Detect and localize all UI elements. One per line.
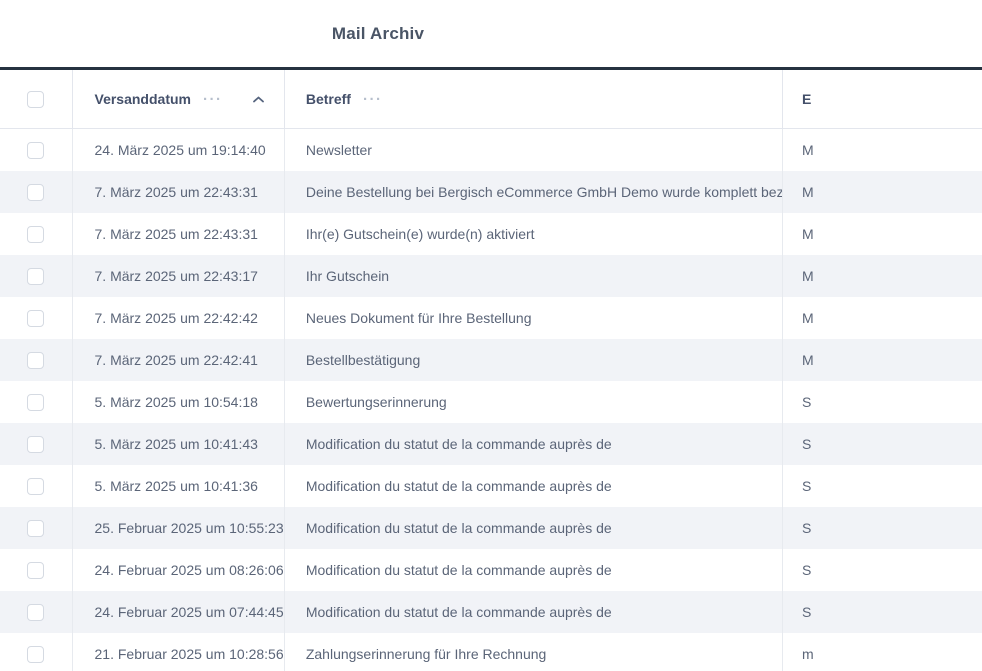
- cell-versanddatum: 24. Februar 2025 um 08:26:06: [72, 549, 284, 591]
- cell-empfaenger: M: [782, 213, 982, 255]
- table-row[interactable]: 24. März 2025 um 19:14:40 Newsletter M: [0, 129, 982, 171]
- cell-empfaenger: S: [782, 549, 982, 591]
- cell-versanddatum: 7. März 2025 um 22:42:41: [72, 339, 284, 381]
- table-row[interactable]: 5. März 2025 um 10:54:18 Bewertungserinn…: [0, 381, 982, 423]
- cell-empfaenger: M: [782, 297, 982, 339]
- row-checkbox[interactable]: [27, 604, 44, 621]
- cell-empfaenger: S: [782, 591, 982, 633]
- column-header-empfaenger[interactable]: E: [782, 70, 982, 128]
- title-bar: Mail Archiv: [0, 0, 982, 70]
- cell-versanddatum: 5. März 2025 um 10:41:36: [72, 465, 284, 507]
- column-label-versanddatum: Versanddatum: [95, 91, 191, 107]
- page-title: Mail Archiv: [332, 24, 424, 44]
- cell-empfaenger: m: [782, 633, 982, 671]
- column-label-empfaenger: E: [802, 91, 811, 107]
- select-all-checkbox[interactable]: [27, 91, 44, 108]
- column-header-betreff[interactable]: Betreff ···: [284, 70, 782, 128]
- row-checkbox[interactable]: [27, 142, 44, 159]
- cell-versanddatum: 7. März 2025 um 22:43:17: [72, 255, 284, 297]
- table-row[interactable]: 25. Februar 2025 um 10:55:23 Modificatio…: [0, 507, 982, 549]
- cell-versanddatum: 5. März 2025 um 10:54:18: [72, 381, 284, 423]
- row-select-cell: [0, 213, 72, 255]
- cell-betreff: Neues Dokument für Ihre Bestellung: [284, 297, 782, 339]
- row-checkbox[interactable]: [27, 394, 44, 411]
- cell-versanddatum: 7. März 2025 um 22:43:31: [72, 171, 284, 213]
- row-select-cell: [0, 381, 72, 423]
- table-row[interactable]: 21. Februar 2025 um 10:28:56 Zahlungseri…: [0, 633, 982, 671]
- row-select-cell: [0, 465, 72, 507]
- sort-ascending-button[interactable]: [253, 96, 264, 103]
- cell-versanddatum: 21. Februar 2025 um 10:28:56: [72, 633, 284, 671]
- cell-betreff: Zahlungserinnerung für Ihre Rechnung: [284, 633, 782, 671]
- row-select-cell: [0, 591, 72, 633]
- row-select-cell: [0, 549, 72, 591]
- column-menu-icon[interactable]: ···: [363, 92, 383, 107]
- row-checkbox[interactable]: [27, 646, 44, 663]
- cell-versanddatum: 5. März 2025 um 10:41:43: [72, 423, 284, 465]
- table-row[interactable]: 5. März 2025 um 10:41:43 Modification du…: [0, 423, 982, 465]
- table-row[interactable]: 7. März 2025 um 22:43:31 Ihr(e) Gutschei…: [0, 213, 982, 255]
- column-label-betreff: Betreff: [306, 91, 351, 107]
- cell-versanddatum: 7. März 2025 um 22:42:42: [72, 297, 284, 339]
- chevron-up-icon: [253, 96, 264, 103]
- row-checkbox[interactable]: [27, 352, 44, 369]
- cell-betreff: Modification du statut de la commande au…: [284, 549, 782, 591]
- table-row[interactable]: 7. März 2025 um 22:42:41 Bestellbestätig…: [0, 339, 982, 381]
- grid-body: 24. März 2025 um 19:14:40 Newsletter M 7…: [0, 129, 982, 671]
- cell-betreff: Modification du statut de la commande au…: [284, 507, 782, 549]
- row-checkbox[interactable]: [27, 268, 44, 285]
- cell-betreff: Bestellbestätigung: [284, 339, 782, 381]
- column-menu-icon[interactable]: ···: [203, 92, 223, 107]
- row-checkbox[interactable]: [27, 226, 44, 243]
- row-checkbox[interactable]: [27, 520, 44, 537]
- cell-versanddatum: 7. März 2025 um 22:43:31: [72, 213, 284, 255]
- cell-empfaenger: S: [782, 381, 982, 423]
- table-row[interactable]: 7. März 2025 um 22:43:17 Ihr Gutschein M: [0, 255, 982, 297]
- table-row[interactable]: 5. März 2025 um 10:41:36 Modification du…: [0, 465, 982, 507]
- table-row[interactable]: 7. März 2025 um 22:43:31 Deine Bestellun…: [0, 171, 982, 213]
- cell-empfaenger: M: [782, 129, 982, 171]
- cell-empfaenger: S: [782, 423, 982, 465]
- cell-betreff: Bewertungserinnerung: [284, 381, 782, 423]
- row-select-cell: [0, 423, 72, 465]
- grid-header-row: Versanddatum ··· Betreff ··· E: [0, 70, 982, 129]
- table-row[interactable]: 24. Februar 2025 um 08:26:06 Modificatio…: [0, 549, 982, 591]
- row-checkbox[interactable]: [27, 562, 44, 579]
- row-select-cell: [0, 339, 72, 381]
- cell-betreff: Modification du statut de la commande au…: [284, 465, 782, 507]
- row-checkbox[interactable]: [27, 478, 44, 495]
- row-checkbox[interactable]: [27, 184, 44, 201]
- table-row[interactable]: 24. Februar 2025 um 07:44:45 Modificatio…: [0, 591, 982, 633]
- cell-betreff: Ihr Gutschein: [284, 255, 782, 297]
- cell-versanddatum: 24. März 2025 um 19:14:40: [72, 129, 284, 171]
- row-checkbox[interactable]: [27, 436, 44, 453]
- row-select-cell: [0, 507, 72, 549]
- row-checkbox[interactable]: [27, 310, 44, 327]
- row-select-cell: [0, 129, 72, 171]
- cell-betreff: Ihr(e) Gutschein(e) wurde(n) aktiviert: [284, 213, 782, 255]
- row-select-cell: [0, 297, 72, 339]
- row-select-cell: [0, 633, 72, 671]
- cell-empfaenger: M: [782, 171, 982, 213]
- cell-betreff: Modification du statut de la commande au…: [284, 423, 782, 465]
- mail-archive-grid: Versanddatum ··· Betreff ··· E 24. März …: [0, 70, 982, 671]
- cell-versanddatum: 25. Februar 2025 um 10:55:23: [72, 507, 284, 549]
- cell-betreff: Deine Bestellung bei Bergisch eCommerce …: [284, 171, 782, 213]
- cell-empfaenger: M: [782, 255, 982, 297]
- cell-empfaenger: S: [782, 507, 982, 549]
- cell-betreff: Newsletter: [284, 129, 782, 171]
- select-all-cell: [0, 70, 72, 128]
- cell-empfaenger: S: [782, 465, 982, 507]
- cell-betreff: Modification du statut de la commande au…: [284, 591, 782, 633]
- column-header-versanddatum[interactable]: Versanddatum ···: [72, 70, 284, 128]
- cell-empfaenger: M: [782, 339, 982, 381]
- cell-versanddatum: 24. Februar 2025 um 07:44:45: [72, 591, 284, 633]
- table-row[interactable]: 7. März 2025 um 22:42:42 Neues Dokument …: [0, 297, 982, 339]
- row-select-cell: [0, 171, 72, 213]
- row-select-cell: [0, 255, 72, 297]
